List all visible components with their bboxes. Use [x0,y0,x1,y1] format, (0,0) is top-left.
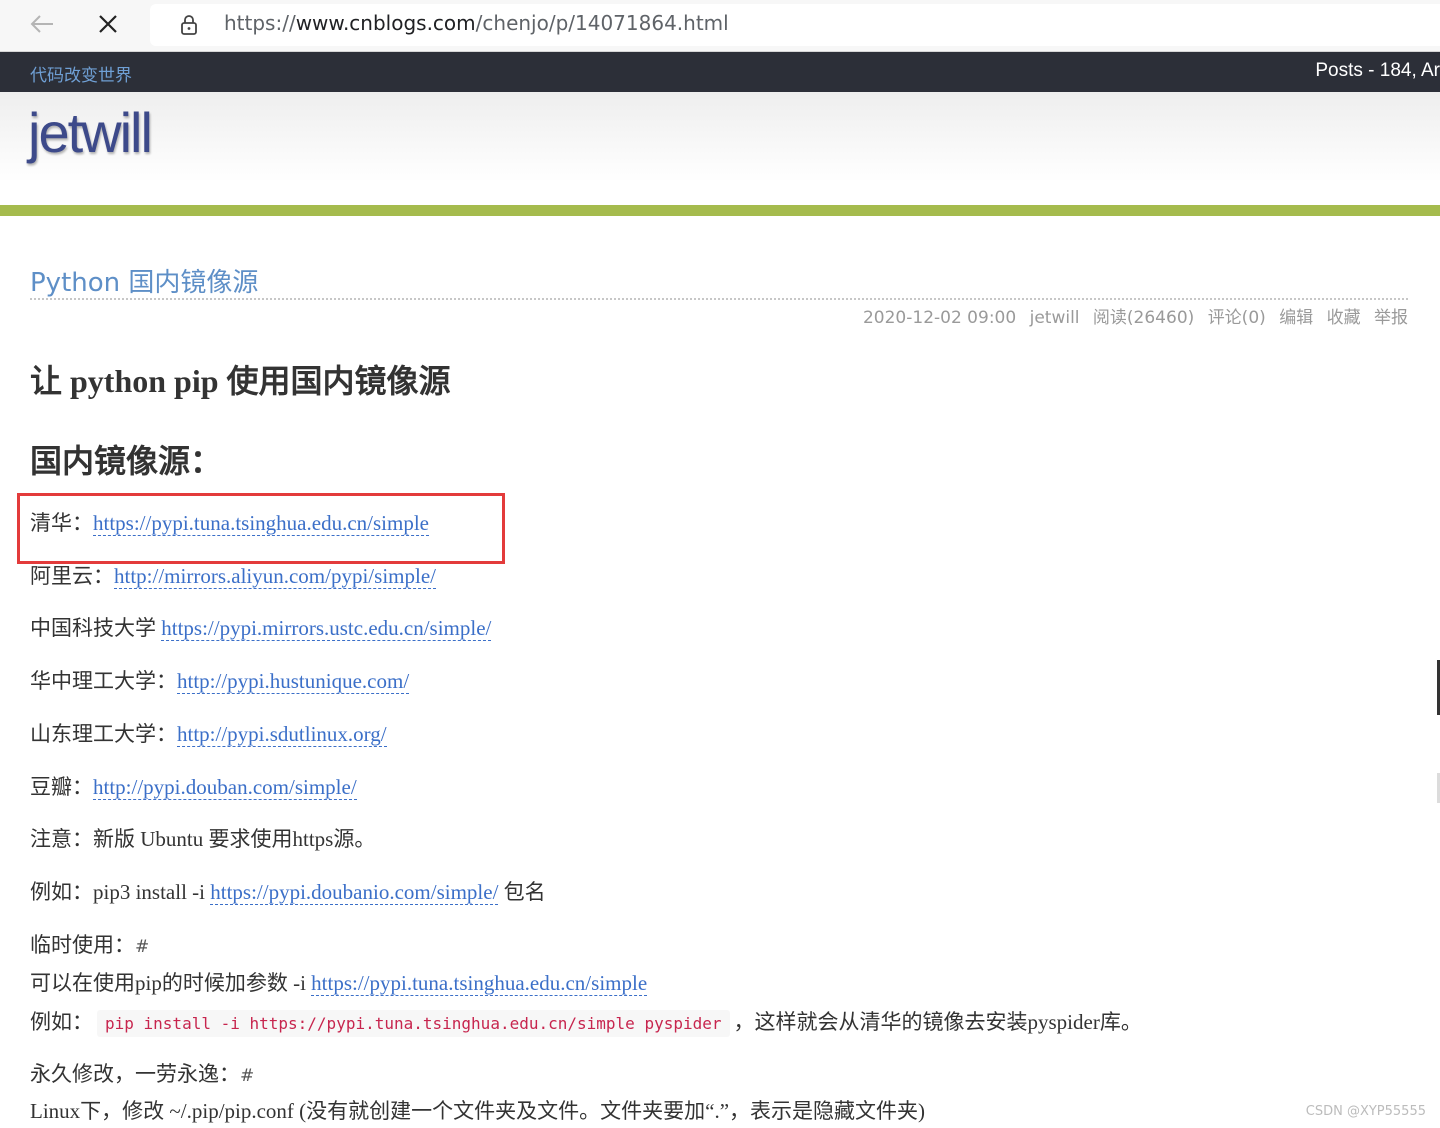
post-author-link[interactable]: jetwill [1030,308,1080,328]
url-scheme: https:// [224,11,296,35]
permanent-heading: 永久修改，一劳永逸：# [30,1058,254,1088]
permanent-text: Linux下，修改 ~/.pip/pip.conf (没有就创建一个文件夹及文件… [30,1099,926,1123]
mirror-label: 阿里云： [30,564,114,588]
header-divider [0,205,1440,216]
permanent-heading-text: 永久修改，一劳永逸： [30,1062,240,1086]
temp-use-heading-text: 临时使用： [30,933,135,957]
temp-use-prefix: 可以在使用pip的时候加参数 -i [30,971,312,995]
close-icon [99,15,117,33]
edit-link[interactable]: 编辑 [1279,308,1313,328]
temp-use-text: 可以在使用pip的时候加参数 -i https://pypi.tuna.tsin… [30,967,648,997]
post-reads: 阅读(26460) [1092,308,1195,328]
post-meta: 2020-12-02 09:00 jetwill 阅读(26460) 评论(0)… [855,303,1408,328]
arrow-left-icon [30,15,53,33]
mirror-label: 华中理工大学： [30,669,177,693]
mirror-link[interactable]: http://mirrors.aliyun.com/pypi/simple/ [114,564,436,589]
mirror-link[interactable]: http://pypi.sdutlinux.org/ [177,722,387,747]
mirror-link[interactable]: https://pypi.mirrors.ustc.edu.cn/simple/ [161,616,492,641]
posts-stat: Posts - 184, Ar [1315,60,1440,81]
mirror-link[interactable]: http://pypi.douban.com/simple/ [93,775,357,800]
post-comments-link[interactable]: 评论(0) [1208,308,1266,328]
temp-example-suffix: ，这样就会从清华的镜像去安装pyspider库。 [733,1010,1142,1034]
back-button[interactable] [24,8,60,40]
temp-use-link[interactable]: https://pypi.tuna.tsinghua.edu.cn/simple [311,971,648,996]
address-bar[interactable]: https://www.cnblogs.com/chenjo/p/1407186… [150,4,1440,46]
inline-code: pip install -i https://pypi.tuna.tsinghu… [97,1010,730,1037]
mirror-line: 中国科技大学 https://pypi.mirrors.ustc.edu.cn/… [30,612,492,642]
note-text: 注意：新版 Ubuntu 要求使用https源。 [30,827,376,851]
post-date: 2020-12-02 09:00 [862,308,1017,328]
example-suffix: 包名 [498,880,546,904]
watermark: CSDN @XYP55555 [1305,1104,1426,1119]
mirror-line: 豆瓣：http://pypi.douban.com/simple/ [30,771,357,801]
site-home-link[interactable]: 代码改变世界 [30,61,132,86]
mirror-line: 阿里云：http://mirrors.aliyun.com/pypi/simpl… [30,560,436,590]
mirror-label: 中国科技大学 [30,616,162,640]
blog-header: jetwill [0,92,1440,205]
browser-toolbar: https://www.cnblogs.com/chenjo/p/1407186… [0,0,1440,52]
mirror-label: 豆瓣： [30,775,93,799]
title-divider [30,298,1408,300]
mirror-link[interactable]: http://pypi.hustunique.com/ [177,669,410,694]
temp-use-heading: 临时使用：# [30,929,149,959]
example-link[interactable]: https://pypi.doubanio.com/simple/ [210,880,499,905]
lock-icon [181,15,197,35]
favorite-link[interactable]: 收藏 [1327,308,1361,328]
report-link[interactable]: 举报 [1374,308,1408,328]
stop-loading-button[interactable] [90,8,126,40]
highlight-box [17,493,505,564]
anchor-link[interactable]: # [240,1066,254,1086]
heading-2: 国内镜像源： [30,443,223,479]
blog-title-link[interactable]: jetwill [28,100,153,165]
anchor-link[interactable]: # [135,937,149,957]
post-title-link[interactable]: Python 国内镜像源 [30,262,258,299]
temp-example-prefix: 例如： [30,1010,93,1034]
example-prefix: 例如：pip3 install -i [30,880,211,904]
heading-1: 让 python pip 使用国内镜像源 [30,363,451,399]
mirror-line: 山东理工大学：http://pypi.sdutlinux.org/ [30,718,387,748]
url-path: /chenjo/p/14071864.html [475,11,729,35]
url-text[interactable]: https://www.cnblogs.com/chenjo/p/1407186… [224,11,729,35]
blog-top-bar: 代码改变世界 Posts - 184, Ar [0,52,1440,92]
mirror-label: 山东理工大学： [30,722,177,746]
mirror-line: 华中理工大学：http://pypi.hustunique.com/ [30,665,410,695]
temp-use-example: 例如： pip install -i https://pypi.tuna.tsin… [30,1006,1142,1037]
url-domain: www.cnblogs.com [295,11,476,35]
example-line: 例如：pip3 install -i https://pypi.doubanio… [30,876,546,906]
